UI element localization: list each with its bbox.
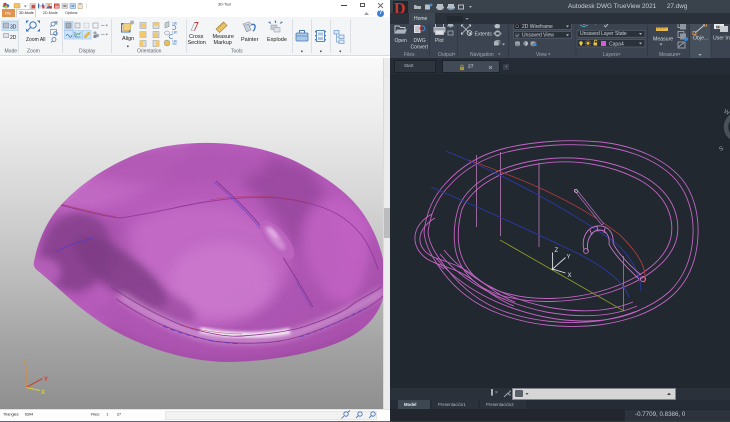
- svg-text:Open: Open: [395, 38, 407, 44]
- svg-text:Tools: Tools: [231, 49, 243, 55]
- svg-text:Zoom All: Zoom All: [26, 37, 45, 43]
- svg-text:2D Wireframe: 2D Wireframe: [522, 24, 553, 30]
- svg-text:▮▮: ▮▮: [716, 25, 720, 29]
- svg-text:User Int: User Int: [713, 36, 730, 42]
- svg-text:Zoom: Zoom: [27, 49, 40, 55]
- svg-text:Z: Z: [23, 360, 27, 366]
- svg-text:Convert: Convert: [411, 45, 429, 51]
- svg-text:X: X: [41, 390, 45, 396]
- svg-text:Z: Z: [555, 248, 559, 254]
- svg-text:180: 180: [172, 22, 178, 26]
- svg-text:Y: Y: [44, 377, 48, 383]
- svg-text:Measure: Measure: [653, 37, 673, 43]
- svg-text:S: S: [718, 146, 724, 153]
- svg-text:2D: 2D: [10, 35, 17, 41]
- svg-text:X: X: [568, 273, 572, 279]
- svg-text:Mode: Mode: [5, 49, 18, 55]
- svg-text:Markup: Markup: [214, 40, 232, 46]
- svg-text:Unsaved Layer State: Unsaved Layer State: [580, 31, 627, 37]
- svg-text:180: 180: [172, 40, 178, 44]
- svg-text:Orientation: Orientation: [137, 49, 162, 55]
- svg-text:Section: Section: [188, 40, 206, 46]
- svg-text:Align: Align: [122, 36, 134, 42]
- svg-text:Capa4: Capa4: [609, 41, 624, 47]
- svg-text:3D: 3D: [10, 25, 17, 31]
- svg-text:Unsaved View: Unsaved View: [522, 33, 554, 39]
- svg-text:Explode: Explode: [267, 37, 287, 43]
- svg-text:DWG: DWG: [414, 38, 426, 44]
- svg-text:Obje...: Obje...: [693, 36, 708, 42]
- svg-text:Plot: Plot: [435, 38, 444, 44]
- svg-text:Display: Display: [79, 49, 96, 55]
- svg-text:Painter: Painter: [241, 37, 259, 43]
- svg-text:Y: Y: [567, 255, 571, 261]
- svg-text:Extents: Extents: [475, 32, 493, 38]
- svg-text:180: 180: [172, 31, 178, 35]
